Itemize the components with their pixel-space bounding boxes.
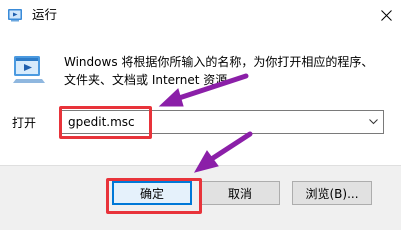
- chevron-down-icon[interactable]: [363, 111, 383, 133]
- title-bar: 运行: [0, 0, 401, 32]
- browse-button[interactable]: 浏览(B)...: [292, 181, 372, 205]
- highlight-box-ok: [106, 178, 202, 214]
- dialog-body: [0, 32, 401, 165]
- run-dialog-icon: [12, 53, 46, 85]
- open-label: 打开: [12, 116, 37, 130]
- close-icon: [380, 9, 392, 21]
- cancel-button-label: 取消: [227, 186, 252, 201]
- close-button[interactable]: [372, 1, 400, 29]
- run-icon: [7, 7, 23, 23]
- dialog-description: Windows 将根据你所输入的名称，为你打开相应的程序、文件夹、文档或 Int…: [64, 55, 374, 87]
- window-title: 运行: [32, 7, 58, 22]
- cancel-button[interactable]: 取消: [200, 181, 280, 205]
- browse-button-label: 浏览(B)...: [305, 186, 359, 201]
- highlight-box-input: [59, 106, 152, 139]
